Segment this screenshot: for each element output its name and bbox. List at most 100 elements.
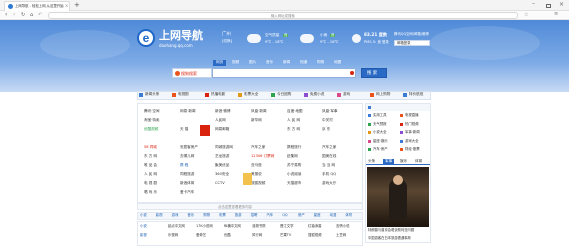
bottom-tab[interactable]: 动漫 (330, 213, 337, 217)
site-link[interactable]: 聚美优品 (215, 163, 229, 168)
search-tab-map[interactable]: 地图 (334, 60, 341, 65)
site-link[interactable]: 亚马逊 (251, 163, 262, 168)
site-link[interactable]: 汽车之家 (251, 145, 265, 150)
bottom-link[interactable]: 晋江文学 (280, 224, 294, 228)
bottom-tab[interactable]: 星座 (314, 213, 321, 217)
side-link[interactable]: 小说大全 (373, 130, 387, 134)
undo-icon[interactable]: ↶ (38, 12, 42, 18)
site-link[interactable]: 游戏大厅 (322, 181, 336, 186)
bottom-tab[interactable]: 音乐 (187, 213, 194, 217)
back-icon[interactable]: ‹ (5, 12, 7, 18)
bottom-tab[interactable]: 体育 (345, 213, 352, 217)
bottom-tab[interactable]: 招聘 (251, 213, 258, 217)
site-link[interactable]: 艺龙旅游 (215, 154, 229, 159)
user-line1[interactable]: 腾讯QQ空间/邮箱/微博 (394, 32, 429, 36)
bottom-tab[interactable]: 购物 (203, 213, 210, 217)
site-link[interactable]: 爱卡汽车 (180, 190, 194, 195)
side-tab[interactable]: 娱乐 (400, 159, 407, 164)
side-link[interactable]: 汽车·房产 (373, 147, 388, 151)
promo-badge-icon[interactable] (200, 125, 210, 136)
bottom-tab[interactable]: 彩票 (219, 213, 226, 217)
maximize-icon[interactable] (546, 4, 551, 8)
site-link[interactable]: 东 方 网 (287, 127, 300, 132)
bottom-link[interactable]: 搜狐视频 (308, 233, 322, 237)
bottom-link[interactable]: 土豆网 (336, 233, 346, 237)
site-link[interactable]: 京 东 (322, 127, 330, 132)
bottom-tab[interactable]: 游戏 (172, 213, 179, 217)
site-link[interactable]: 网易·新闻 (180, 109, 196, 114)
site-link[interactable]: 腾讯·空间 (144, 109, 160, 114)
site-link[interactable]: 360安全 (215, 172, 229, 177)
bottom-link[interactable]: 芒果TV (280, 233, 291, 237)
site-link[interactable]: 东 方 网 (144, 154, 157, 159)
bottom-link[interactable]: 乐视网 (168, 233, 178, 237)
new-tab-button[interactable]: + (74, 2, 80, 9)
bottom-tab[interactable]: 房产 (298, 213, 305, 217)
site-link[interactable]: 中关村 (322, 118, 333, 123)
side-tab-active[interactable]: 军事 (383, 158, 395, 165)
news-photo[interactable] (367, 167, 429, 227)
search-tab-shop[interactable]: 购物 (317, 60, 324, 65)
site-logo[interactable]: e 上网导航 daohang.qq.com (137, 28, 217, 54)
side-tab[interactable]: 头条 (368, 159, 375, 164)
site-link[interactable]: 人 民 网 (144, 172, 157, 177)
tab-close-icon[interactable]: × (65, 4, 68, 8)
bottom-tab[interactable]: 旅游 (235, 213, 242, 217)
site-link[interactable]: 汽车之家 (322, 145, 336, 150)
bottom-link[interactable]: 风行网 (252, 233, 262, 237)
side-link[interactable]: 游戏大全 (405, 139, 419, 143)
promo-badge-icon[interactable] (243, 173, 252, 185)
site-link[interactable]: 苏宁易购 (287, 163, 301, 168)
bottom-link[interactable]: 纵横中文网 (224, 224, 241, 228)
site-link[interactable]: 网易邮箱 (215, 127, 229, 132)
close-window-icon[interactable]: × (559, 2, 564, 8)
search-tab-news[interactable]: 新闻 (283, 60, 290, 65)
site-link[interactable]: CCTV (215, 181, 225, 186)
site-link[interactable]: 优酷视频 (144, 127, 158, 132)
bottom-tab[interactable]: 汽车 (266, 213, 273, 217)
search-tab-image[interactable]: 图片 (249, 60, 256, 65)
mail-login-button[interactable]: 邮箱登录 (394, 40, 430, 46)
search-tab-video[interactable]: 视频 (232, 60, 239, 65)
site-link[interactable]: 58 同城 (144, 145, 157, 150)
side-link[interactable]: 财经·股票 (405, 147, 420, 151)
site-link[interactable]: 安居客房产 (180, 145, 198, 150)
site-link[interactable]: 新华网 (251, 118, 262, 123)
site-link[interactable]: 12306 订票网 (251, 154, 274, 159)
bottom-link[interactable]: 起点中文网 (168, 224, 185, 228)
browser-tab[interactable]: 上网导航 - 轻松上网,从这里开始 × (4, 1, 70, 11)
search-tab-music[interactable]: 音乐 (266, 60, 273, 65)
news-headline[interactable]: 中国游客在日本旅游遭遇事故 (368, 236, 411, 240)
site-link[interactable]: 淘宝·特卖 (144, 118, 160, 123)
site-link[interactable]: 唱 戏 乐 (144, 190, 157, 195)
bottom-link[interactable]: 潇湘书院 (252, 224, 266, 228)
bottom-tab[interactable]: 小说 (140, 213, 147, 217)
site-link[interactable]: 唯 品 会 (144, 163, 157, 168)
site-link[interactable]: 搜狐视频 (251, 181, 265, 186)
home-icon[interactable]: ⌂ (30, 12, 33, 18)
site-link[interactable]: 同城旅游网 (215, 145, 233, 150)
menu-icon[interactable]: ≡ (554, 12, 558, 17)
site-link[interactable]: 天 猫 (180, 127, 188, 132)
search-engine-selector[interactable]: 搜狗搜索 (172, 68, 212, 78)
site-link[interactable]: 携程旅行 (287, 145, 301, 150)
side-link[interactable]: 天气预报 (373, 122, 387, 126)
search-tab-zhidao[interactable]: 知道 (300, 60, 307, 65)
star-icon[interactable]: ☆ (524, 12, 528, 18)
side-link[interactable]: 军事·新闻 (405, 130, 420, 134)
side-link[interactable]: 实用工具 (373, 113, 387, 117)
site-link[interactable]: 手机 QQ (322, 172, 336, 177)
bottom-link[interactable]: 优酷 (224, 233, 231, 237)
user-line2[interactable]: 登录 (382, 40, 389, 44)
site-link[interactable]: 小说阅读 (287, 172, 301, 177)
bottom-tab[interactable]: 影视 (156, 213, 163, 217)
site-link[interactable]: 新浪·微博 (215, 109, 231, 114)
news-headline[interactable]: 特朗普与普京会晤谈叙利亚问题 (368, 228, 414, 232)
minimize-icon[interactable]: – (532, 1, 535, 7)
reload-icon[interactable]: ↻ (21, 12, 25, 18)
bottom-link[interactable]: 红袖添香 (308, 224, 322, 228)
site-link[interactable]: 天猫超市 (287, 181, 301, 186)
site-link[interactable]: 国美在线 (322, 154, 336, 159)
bottom-tab[interactable]: QQ (282, 213, 287, 217)
site-link[interactable]: 凤凰·新闻 (251, 109, 267, 114)
